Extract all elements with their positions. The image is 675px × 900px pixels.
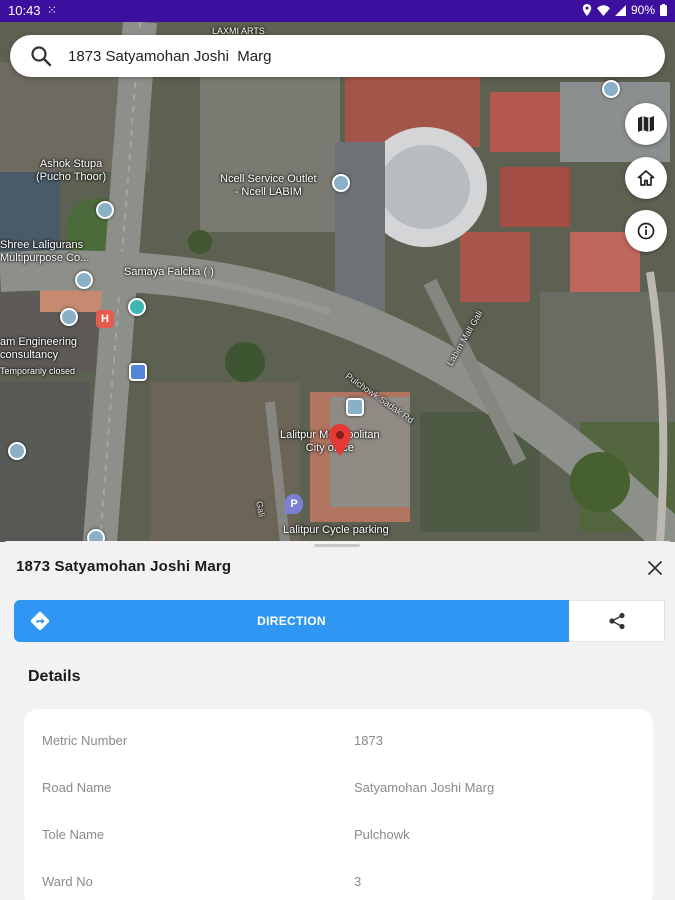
place-icon[interactable] [60, 308, 78, 326]
status-bar: 10:43 ⁙ 90% [0, 0, 675, 22]
detail-key: Ward No [42, 874, 93, 889]
map-label-samaya-falcha: Samaya Falcha ( ) [124, 266, 214, 278]
map-label-engineering: am Engineering consultancy [0, 336, 78, 361]
wifi-icon [596, 4, 610, 16]
map-label-temporarily-closed: Temporarily closed [0, 366, 76, 376]
detail-key: Tole Name [42, 827, 105, 842]
parking-icon[interactable]: P [285, 494, 303, 514]
share-button[interactable] [569, 600, 665, 642]
status-time: 10:43 [8, 3, 41, 18]
battery-icon [660, 4, 667, 16]
map-label-gali: Gali [254, 500, 267, 518]
info-icon [637, 222, 655, 240]
map-type-button[interactable] [625, 103, 667, 145]
status-icons: 90% [582, 3, 667, 17]
details-card: Metric Number 1873 Road Name Satyamohan … [24, 709, 653, 900]
detail-row-road-name: Road Name Satyamohan Joshi Marg [24, 762, 653, 809]
search-icon[interactable] [30, 45, 52, 67]
hospital-icon[interactable]: H [96, 310, 114, 328]
detail-row-ward-no: Ward No 3 [24, 856, 653, 900]
bus-stop-icon[interactable] [129, 363, 147, 381]
location-icon [582, 4, 592, 16]
info-button[interactable] [625, 210, 667, 252]
details-heading: Details [28, 668, 81, 685]
detail-key: Road Name [42, 780, 112, 795]
map-label-cycle-parking: Lalitpur Cycle parking [283, 524, 389, 536]
shop-icon[interactable] [332, 174, 350, 192]
monument-icon[interactable] [128, 298, 146, 316]
map-label-ashok-stupa: Ashok Stupa (Pucho Thoor) [36, 158, 107, 183]
satellite-imagery [0, 22, 675, 542]
sheet-title: 1873 Satyamohan Joshi Marg [16, 558, 232, 575]
map-label-shree-laligurans: Shree Laligurans Multipurpose Co... [0, 239, 90, 264]
place-icon[interactable] [602, 80, 620, 98]
detail-value: 1873 [354, 733, 383, 748]
home-button[interactable] [625, 157, 667, 199]
location-pin-icon[interactable] [329, 424, 351, 456]
map-view[interactable]: LAXMI ARTS Ashok Stupa (Pucho Thoor) Nce… [0, 22, 675, 542]
direction-button[interactable]: DIRECTION [14, 600, 569, 642]
map-label-ncell: Ncell Service Outlet - Ncell LABIM [220, 173, 317, 198]
app-grid-icon: ⁙ [47, 3, 58, 17]
place-icon[interactable] [75, 271, 93, 289]
detail-value: Satyamohan Joshi Marg [354, 780, 495, 795]
place-details-sheet: 1873 Satyamohan Joshi Marg DIRECTION Det… [0, 541, 675, 900]
detail-value: 3 [354, 874, 362, 889]
direction-label: DIRECTION [257, 614, 326, 628]
close-icon[interactable] [644, 557, 666, 579]
share-icon [608, 612, 625, 630]
signal-icon [614, 4, 626, 16]
search-bar[interactable] [10, 35, 665, 77]
detail-key: Metric Number [42, 733, 128, 748]
place-icon[interactable] [8, 442, 26, 460]
detail-value: Pulchowk [354, 827, 410, 842]
detail-row-tole-name: Tole Name Pulchowk [24, 809, 653, 856]
detail-row-metric-number: Metric Number 1873 [24, 715, 653, 762]
place-icon[interactable] [96, 201, 114, 219]
home-icon [637, 170, 655, 186]
government-icon[interactable] [346, 398, 364, 416]
map-icon [638, 116, 654, 132]
battery-level: 90% [630, 3, 655, 17]
drag-handle[interactable] [314, 544, 360, 547]
search-input[interactable] [68, 45, 628, 67]
